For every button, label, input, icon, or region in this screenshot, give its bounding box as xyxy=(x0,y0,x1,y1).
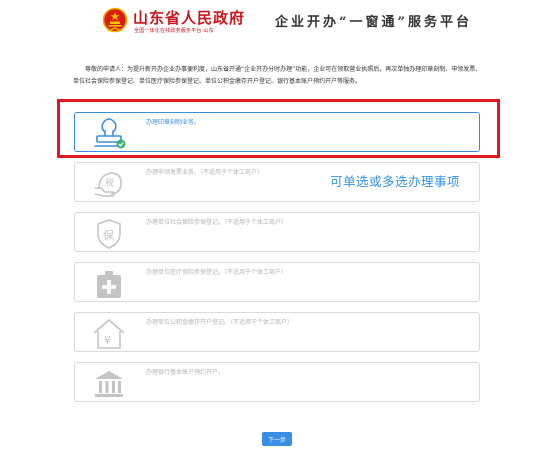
bank-icon xyxy=(95,371,123,397)
intro-notice: 尊敬的申请人：为提升新开办企业办事便利度，山东省开通“企业开办分时办理”功能，企… xyxy=(73,66,482,85)
option-label: 办理申领发票业务。（不适用于个体工商户） xyxy=(146,169,264,176)
government-title: 山东省人民政府 xyxy=(133,9,246,27)
social-insurance-shield-icon: 保 xyxy=(97,219,121,249)
option-bank-account[interactable]: 办理银行基本账户预约开户。 xyxy=(74,362,480,402)
option-label: 办理银行基本账户预约开户。 xyxy=(146,369,225,376)
housing-fund-house-icon: ¥ xyxy=(93,319,125,349)
platform-title: 企业开办“一窗通”服务平台 xyxy=(275,15,472,30)
next-step-button[interactable]: 下一步 xyxy=(262,432,292,446)
option-label: 办理单位社会保险参保登记。（不适用于个体工商户） xyxy=(146,219,288,226)
svg-text:¥: ¥ xyxy=(104,334,111,347)
option-medical-insurance[interactable]: 办理单位医疗保险参保登记。（不适用于个体工商户） xyxy=(74,262,480,302)
option-social-insurance[interactable]: 保 办理单位社会保险参保登记。（不适用于个体工商户） xyxy=(74,212,480,252)
highlight-annotation-box xyxy=(57,99,500,158)
svg-text:税: 税 xyxy=(105,177,114,189)
tax-invoice-icon: 税 xyxy=(94,172,122,197)
svg-text:保: 保 xyxy=(103,228,114,242)
option-label: 办理单位医疗保险参保登记。（不适用于个体工商户） xyxy=(146,269,288,276)
selection-hint: 可单选或多选办理事项 xyxy=(330,174,461,189)
option-label: 办理单位公积金缴存开户登记。（不适用于个体工商户） xyxy=(146,319,294,326)
page-header: 山东省人民政府 全国一体化在线政务服务平台·山东 企业开办“一窗通”服务平台 xyxy=(0,0,553,44)
option-housing-fund[interactable]: ¥ 办理单位公积金缴存开户登记。（不适用于个体工商户） xyxy=(74,312,480,352)
government-subtitle: 全国一体化在线政务服务平台·山东 xyxy=(134,28,214,34)
national-emblem-icon xyxy=(102,7,128,33)
medical-kit-icon xyxy=(97,271,121,298)
